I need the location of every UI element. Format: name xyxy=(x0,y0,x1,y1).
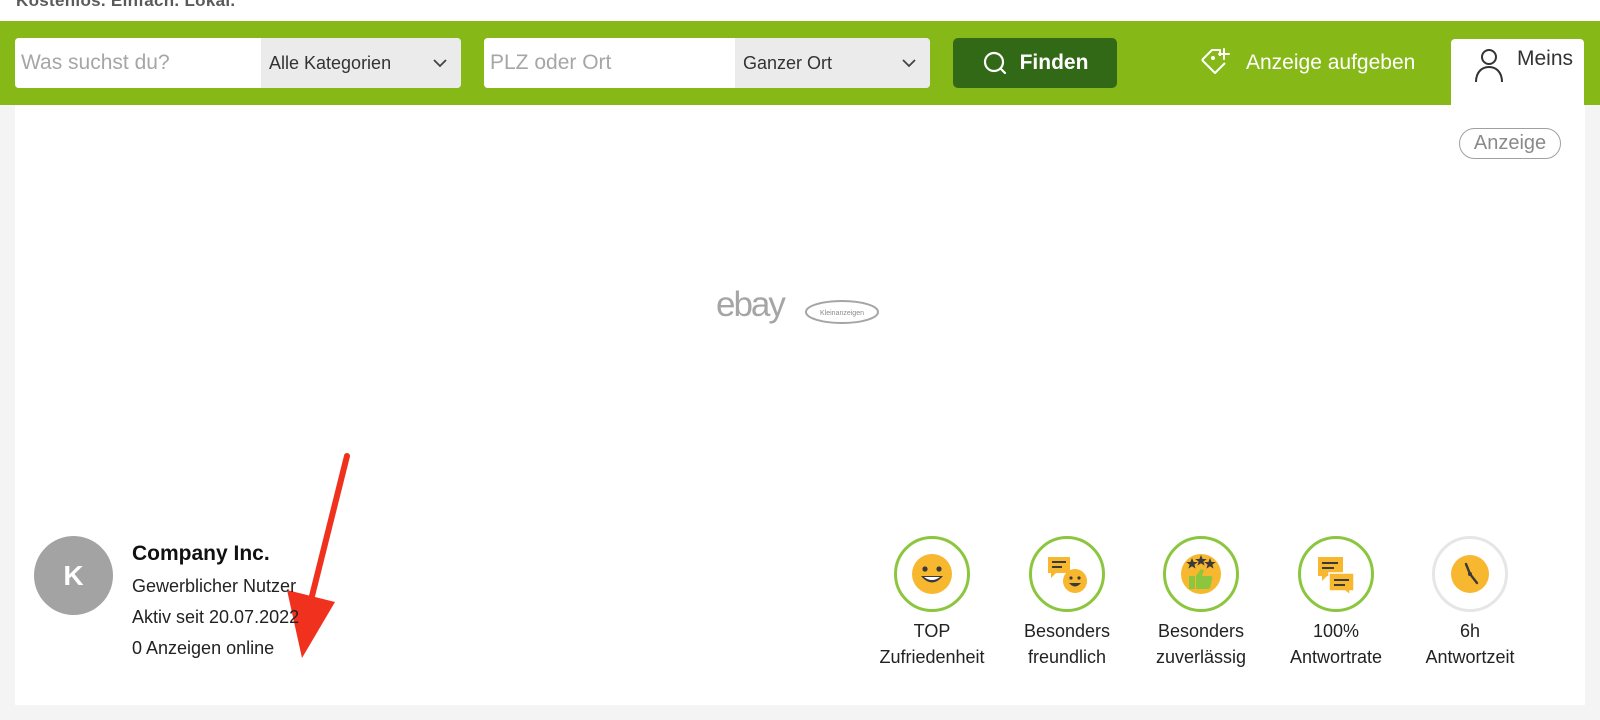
category-select-label: Alle Kategorien xyxy=(269,52,392,73)
badge-friendly-line1: Besonders xyxy=(1023,621,1111,641)
badge-circle xyxy=(1298,536,1374,612)
red-arrow-annotation xyxy=(287,453,350,658)
badge-satisfaction: TOP Zufriedenheit xyxy=(867,536,997,670)
find-button[interactable]: Finden xyxy=(953,38,1117,88)
top-strip: Kostenlos. Einfach. Lokal. xyxy=(0,0,1600,21)
badge-response-rate: 100% Antwortrate xyxy=(1271,536,1401,670)
badge-circle xyxy=(1029,536,1105,612)
profile-type: Gewerblicher Nutzer xyxy=(132,576,297,596)
category-select[interactable]: Alle Kategorien xyxy=(261,38,461,88)
ad-logo[interactable]: ebay Kleinanzeigen xyxy=(716,285,896,335)
tag-plus-icon xyxy=(1201,48,1230,74)
search-icon xyxy=(983,51,1006,75)
location-input[interactable] xyxy=(484,38,735,88)
location-group: Ganzer Ort xyxy=(484,38,930,88)
post-ad-label: Anzeige aufgeben xyxy=(1246,51,1416,74)
avatar: K xyxy=(34,536,113,615)
message-icon xyxy=(1318,557,1355,597)
chevron-down-icon xyxy=(902,59,916,68)
profile-active-since: Aktiv seit 20.07.2022 xyxy=(132,607,300,627)
badge-satisfaction-line1: TOP xyxy=(913,621,951,641)
badge-reliable-line2: zuverlässig xyxy=(1155,647,1247,667)
badge-circle xyxy=(1163,536,1239,612)
badge-response-time-line1: 6h xyxy=(1459,621,1481,641)
account-label: Meins xyxy=(1517,47,1574,70)
radius-select[interactable]: Ganzer Ort xyxy=(735,38,930,88)
tagline-text: Kostenlos. Einfach. Lokal. xyxy=(16,0,236,10)
profile-panel: Anzeige ebay Kleinanzeigen K Company Inc… xyxy=(15,105,1585,705)
badge-response-time: 6h Antwortzeit xyxy=(1405,536,1535,670)
ad-label: Anzeige xyxy=(1459,128,1561,159)
post-ad-button[interactable]: Anzeige aufgeben xyxy=(1198,38,1415,88)
badge-friendly: Besonders freundlich xyxy=(1002,536,1132,670)
chevron-down-icon xyxy=(433,59,447,68)
badge-friendly-line2: freundlich xyxy=(1027,647,1107,667)
logo-badge-text: Kleinanzeigen xyxy=(820,310,864,317)
badge-response-rate-line1: 100% xyxy=(1312,621,1360,641)
profile-name[interactable]: Company Inc. xyxy=(132,542,270,566)
badge-circle xyxy=(1432,536,1508,612)
smiley-icon xyxy=(912,554,952,594)
badge-reliable-line1: Besonders xyxy=(1157,621,1245,641)
badge-response-time-line2: Antwortzeit xyxy=(1425,647,1515,667)
badge-response-rate-line2: Antwortrate xyxy=(1289,647,1383,667)
radius-select-label: Ganzer Ort xyxy=(743,52,833,73)
badge-satisfaction-line2: Zufriedenheit xyxy=(879,647,985,667)
user-icon xyxy=(1475,49,1503,83)
account-button[interactable]: Meins xyxy=(1451,39,1584,105)
search-group: Alle Kategorien xyxy=(15,38,461,88)
find-button-label: Finden xyxy=(1019,51,1089,74)
logo-badge-icon: Kleinanzeigen xyxy=(805,300,879,324)
avatar-letter: K xyxy=(63,559,84,591)
logo-text: ebay xyxy=(716,285,786,324)
thumbs-up-stars-icon xyxy=(1181,554,1221,594)
search-input[interactable] xyxy=(15,38,261,88)
badge-reliable: Besonders zuverlässig xyxy=(1136,536,1266,670)
clock-icon xyxy=(1451,555,1489,593)
profile-ads-online[interactable]: 0 Anzeigen online xyxy=(132,638,274,659)
badge-circle xyxy=(894,536,970,612)
header-bar: Alle Kategorien Ganzer Ort Finden Anzeig… xyxy=(0,21,1600,105)
chat-smiley-icon xyxy=(1048,557,1087,593)
